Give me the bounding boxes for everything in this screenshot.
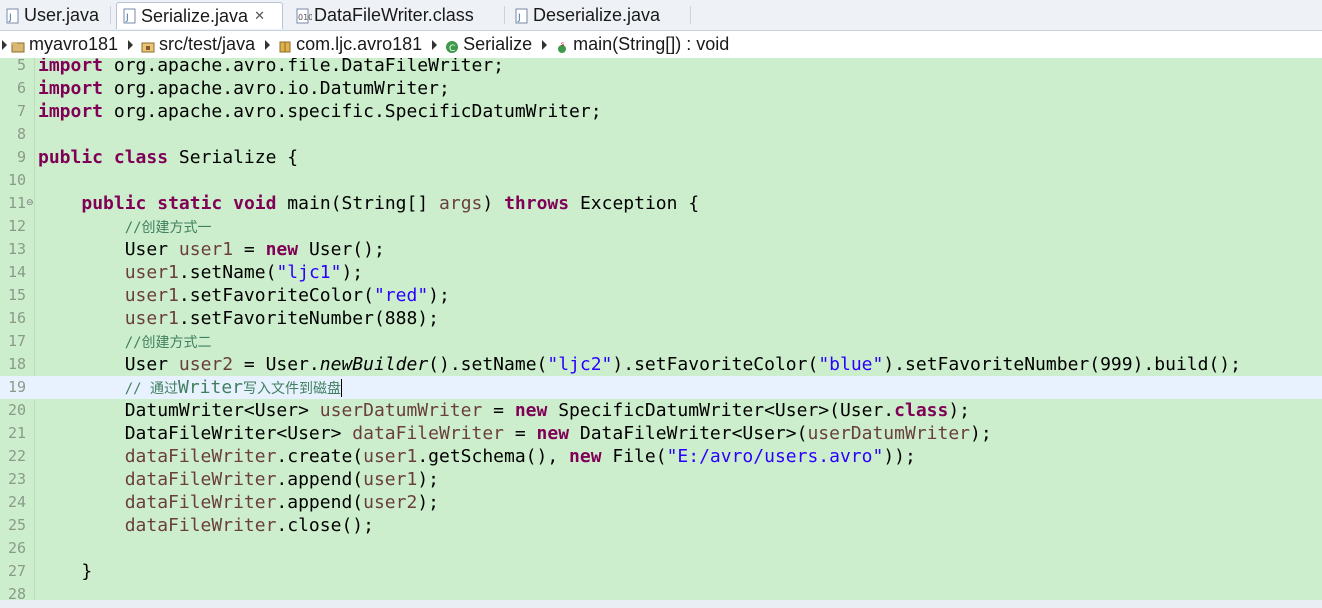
chevron-right-icon bbox=[265, 39, 271, 50]
breadcrumb-label: com.ljc.avro181 bbox=[296, 34, 423, 54]
code-line[interactable]: 8 bbox=[0, 123, 1322, 146]
java-file-icon: J bbox=[515, 8, 529, 24]
chevron-right-icon bbox=[542, 39, 548, 50]
code-line[interactable]: 12 //创建方式一 bbox=[0, 215, 1322, 238]
line-number: 20 bbox=[7, 401, 26, 419]
line-number: 19 bbox=[7, 378, 26, 396]
line-number: 16 bbox=[7, 309, 26, 327]
line-number: 25 bbox=[7, 516, 26, 534]
code-line[interactable]: 20 DatumWriter<User> userDatumWriter = n… bbox=[0, 399, 1322, 422]
code-line[interactable]: 5 import org.apache.avro.file.DataFileWr… bbox=[0, 58, 1322, 77]
tab-serialize-java[interactable]: J Serialize.java ✕ bbox=[116, 2, 283, 29]
code-line[interactable]: 13 User user1 = new User(); bbox=[0, 238, 1322, 261]
breadcrumb-project[interactable]: myavro181 bbox=[2, 34, 118, 55]
tab-label: Serialize.java bbox=[141, 5, 249, 26]
project-icon bbox=[11, 38, 25, 52]
editor-bottom-edge bbox=[0, 600, 1322, 608]
breadcrumb-label: src/test/java bbox=[159, 34, 256, 54]
code-line[interactable]: 24 dataFileWriter.append(user2); bbox=[0, 491, 1322, 514]
breadcrumb-source-folder[interactable]: src/test/java bbox=[141, 34, 255, 55]
class-file-icon: 010 bbox=[296, 8, 313, 24]
fold-collapse-icon[interactable]: ⊖ bbox=[26, 192, 34, 215]
breadcrumb-label: Serialize bbox=[463, 34, 533, 54]
tab-label: Deserialize.java bbox=[533, 5, 661, 25]
text-caret bbox=[341, 379, 343, 397]
line-number: 23 bbox=[7, 470, 26, 488]
chevron-right-icon bbox=[432, 39, 438, 50]
breadcrumb: myavro181 src/test/java com.ljc.avro181 … bbox=[0, 31, 1322, 59]
code-line[interactable]: 9 public class Serialize { bbox=[0, 146, 1322, 169]
svg-text:010: 010 bbox=[298, 13, 312, 22]
java-file-icon: J bbox=[123, 8, 137, 24]
line-number: 9 bbox=[16, 148, 26, 166]
line-number: 17 bbox=[7, 332, 26, 350]
chevron-right-icon bbox=[128, 39, 134, 50]
code-line[interactable]: 26 bbox=[0, 537, 1322, 560]
chevron-right-icon bbox=[2, 39, 7, 50]
code-line[interactable]: 18 User user2 = User.newBuilder().setNam… bbox=[0, 353, 1322, 376]
tab-label: DataFileWriter.class bbox=[314, 5, 474, 25]
line-number: 8 bbox=[16, 125, 26, 143]
line-number: 27 bbox=[7, 562, 26, 580]
code-line[interactable]: 14 user1.setName("ljc1"); bbox=[0, 261, 1322, 284]
line-number: 15 bbox=[7, 286, 26, 304]
tab-separator bbox=[690, 6, 691, 24]
line-number: 18 bbox=[7, 355, 26, 373]
breadcrumb-method[interactable]: s main(String[]) : void bbox=[555, 34, 729, 55]
code-line[interactable]: 17 //创建方式二 bbox=[0, 330, 1322, 353]
svg-text:J: J bbox=[8, 13, 12, 23]
tab-deserialize-java[interactable]: J Deserialize.java bbox=[509, 2, 689, 29]
tab-separator bbox=[504, 6, 505, 24]
svg-text:C: C bbox=[449, 44, 455, 54]
line-number: 22 bbox=[7, 447, 26, 465]
svg-text:J: J bbox=[125, 13, 129, 23]
code-line[interactable]: 27 } bbox=[0, 560, 1322, 583]
line-number: 7 bbox=[16, 102, 26, 120]
tab-label: User.java bbox=[24, 5, 100, 25]
code-line[interactable]: 25 dataFileWriter.close(); bbox=[0, 514, 1322, 537]
code-line[interactable]: 16 user1.setFavoriteNumber(888); bbox=[0, 307, 1322, 330]
line-number: 24 bbox=[7, 493, 26, 511]
line-number: 13 bbox=[7, 240, 26, 258]
breadcrumb-package[interactable]: com.ljc.avro181 bbox=[278, 34, 422, 55]
tab-user-java[interactable]: J User.java bbox=[0, 2, 108, 29]
code-line[interactable]: 11 ⊖ public static void main(String[] ar… bbox=[0, 192, 1322, 215]
class-icon: C bbox=[445, 38, 459, 54]
line-number: 11 bbox=[7, 194, 26, 212]
current-code-line[interactable]: 19 // 通过Writer写入文件到磁盘 bbox=[0, 376, 1322, 399]
code-line[interactable]: 15 user1.setFavoriteColor("red"); bbox=[0, 284, 1322, 307]
line-number: 6 bbox=[16, 79, 26, 97]
line-number: 5 bbox=[16, 58, 26, 74]
tab-datafilewriter-class[interactable]: 010 DataFileWriter.class bbox=[290, 2, 500, 29]
close-icon[interactable]: ✕ bbox=[254, 8, 265, 24]
code-editor[interactable]: 5 import org.apache.avro.file.DataFileWr… bbox=[0, 58, 1322, 608]
line-number: 26 bbox=[7, 539, 26, 557]
code-line[interactable]: 22 dataFileWriter.create(user1.getSchema… bbox=[0, 445, 1322, 468]
line-number: 14 bbox=[7, 263, 26, 281]
code-line[interactable]: 21 DataFileWriter<User> dataFileWriter =… bbox=[0, 422, 1322, 445]
source-folder-icon bbox=[141, 38, 155, 52]
java-file-icon: J bbox=[6, 8, 20, 24]
line-number: 21 bbox=[7, 424, 26, 442]
line-number: 10 bbox=[7, 171, 26, 189]
breadcrumb-class[interactable]: C Serialize bbox=[445, 34, 532, 55]
tab-separator bbox=[110, 6, 111, 24]
code-line[interactable]: 23 dataFileWriter.append(user1); bbox=[0, 468, 1322, 491]
package-icon bbox=[278, 38, 292, 52]
code-line[interactable]: 6 import org.apache.avro.io.DatumWriter; bbox=[0, 77, 1322, 100]
svg-text:s: s bbox=[561, 41, 564, 48]
svg-text:J: J bbox=[517, 13, 521, 23]
method-icon: s bbox=[555, 38, 569, 53]
code-line[interactable]: 10 bbox=[0, 169, 1322, 192]
editor-tab-bar: J User.java J Serialize.java ✕ 010 DataF… bbox=[0, 0, 1322, 31]
code-line[interactable]: 7 import org.apache.avro.specific.Specif… bbox=[0, 100, 1322, 123]
line-number: 12 bbox=[7, 217, 26, 235]
breadcrumb-label: myavro181 bbox=[29, 34, 119, 54]
breadcrumb-label: main(String[]) : void bbox=[573, 34, 730, 54]
